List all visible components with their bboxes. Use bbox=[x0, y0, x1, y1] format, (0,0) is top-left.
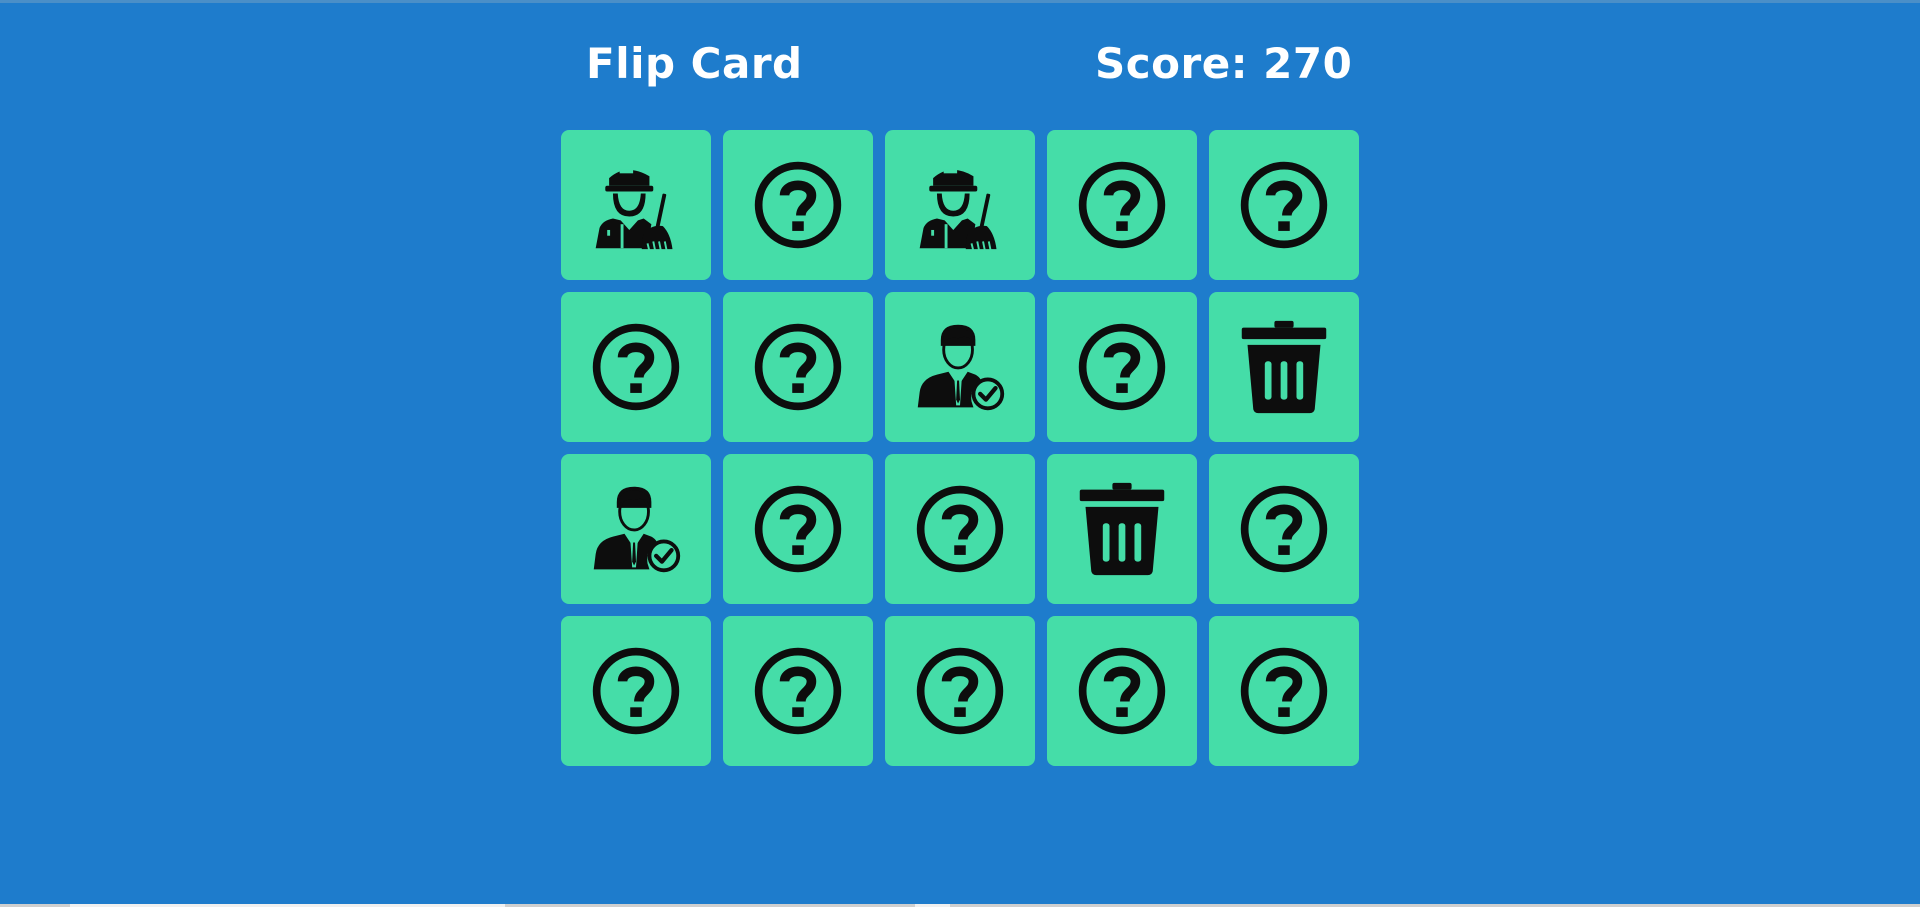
card-r3-c2[interactable] bbox=[723, 454, 873, 604]
question-icon bbox=[1236, 643, 1332, 739]
question-icon bbox=[1074, 643, 1170, 739]
question-icon bbox=[588, 643, 684, 739]
card-r1-c2[interactable] bbox=[723, 130, 873, 280]
card-r2-c5[interactable] bbox=[1209, 292, 1359, 442]
janitor-icon bbox=[912, 157, 1008, 253]
card-r4-c5[interactable] bbox=[1209, 616, 1359, 766]
question-icon bbox=[1074, 157, 1170, 253]
card-r4-c1[interactable] bbox=[561, 616, 711, 766]
card-r2-c1[interactable] bbox=[561, 292, 711, 442]
card-grid bbox=[561, 130, 1361, 766]
question-icon bbox=[1236, 481, 1332, 577]
question-icon bbox=[1074, 319, 1170, 415]
question-icon bbox=[750, 157, 846, 253]
card-r1-c3[interactable] bbox=[885, 130, 1035, 280]
janitor-icon bbox=[588, 157, 684, 253]
question-icon bbox=[1236, 157, 1332, 253]
approved-user-icon bbox=[588, 481, 684, 577]
trash-icon bbox=[1236, 319, 1332, 415]
question-icon bbox=[750, 643, 846, 739]
trash-icon bbox=[1074, 481, 1170, 577]
card-r4-c2[interactable] bbox=[723, 616, 873, 766]
card-r3-c1[interactable] bbox=[561, 454, 711, 604]
card-r1-c1[interactable] bbox=[561, 130, 711, 280]
card-r4-c4[interactable] bbox=[1047, 616, 1197, 766]
card-r3-c3[interactable] bbox=[885, 454, 1035, 604]
card-r2-c4[interactable] bbox=[1047, 292, 1197, 442]
card-r1-c5[interactable] bbox=[1209, 130, 1359, 280]
question-icon bbox=[912, 481, 1008, 577]
question-icon bbox=[588, 319, 684, 415]
score-display: Score: 270 bbox=[1095, 39, 1353, 88]
game-title: Flip Card bbox=[586, 39, 803, 88]
card-r3-c5[interactable] bbox=[1209, 454, 1359, 604]
card-r4-c3[interactable] bbox=[885, 616, 1035, 766]
card-r2-c3[interactable] bbox=[885, 292, 1035, 442]
card-r1-c4[interactable] bbox=[1047, 130, 1197, 280]
card-r3-c4[interactable] bbox=[1047, 454, 1197, 604]
question-icon bbox=[750, 319, 846, 415]
question-icon bbox=[750, 481, 846, 577]
game-header: Flip Card Score: 270 bbox=[0, 0, 1920, 130]
approved-user-icon bbox=[912, 319, 1008, 415]
card-r2-c2[interactable] bbox=[723, 292, 873, 442]
question-icon bbox=[912, 643, 1008, 739]
